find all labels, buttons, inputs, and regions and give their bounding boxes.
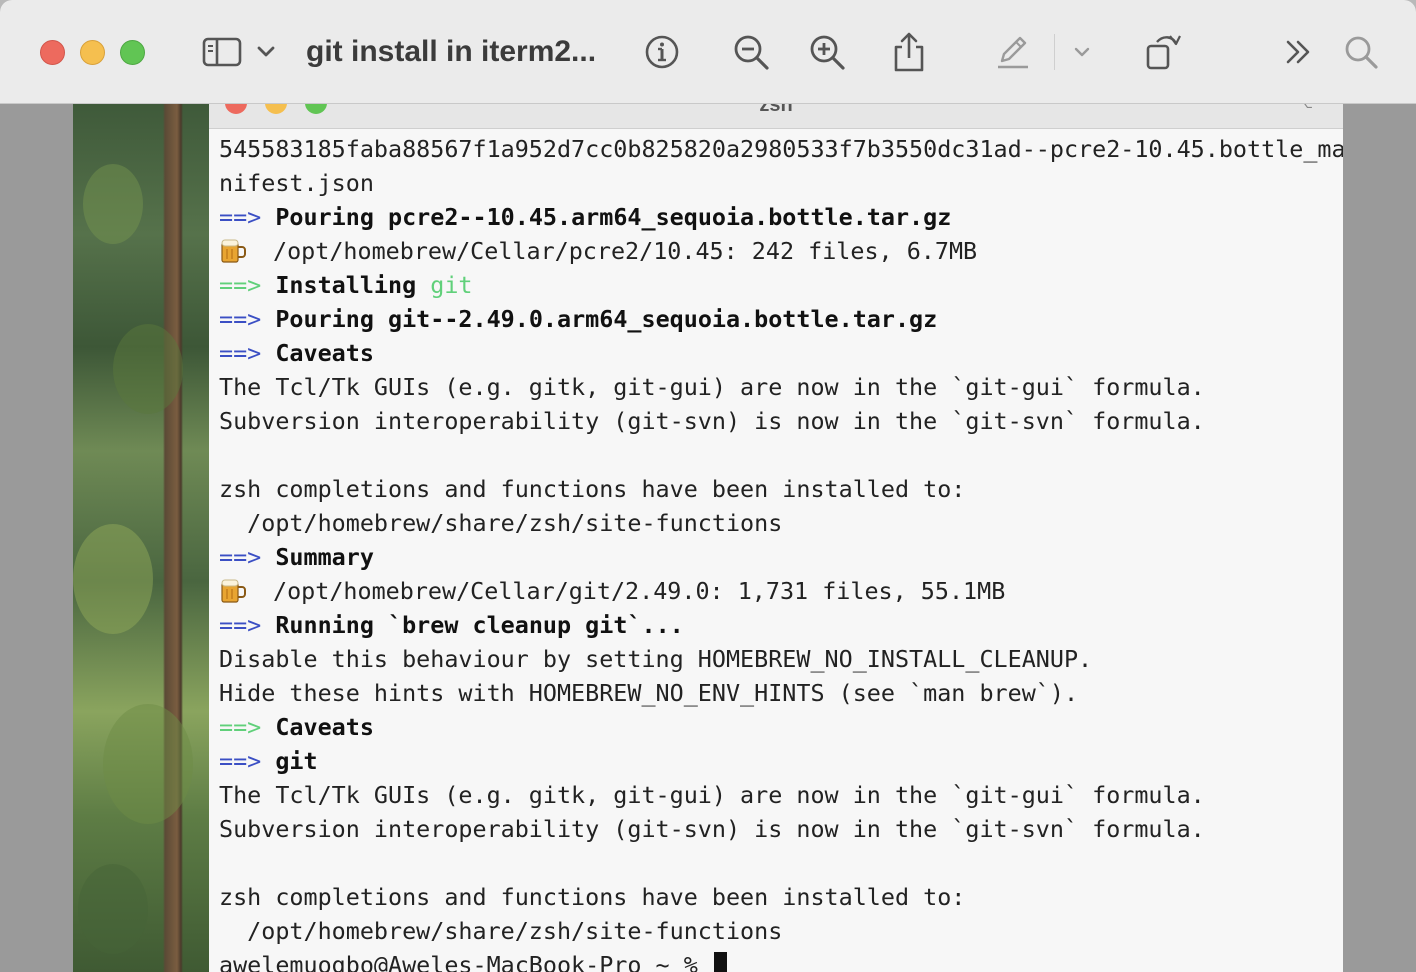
zoom-out-icon[interactable] <box>728 28 774 76</box>
desktop-wallpaper <box>73 104 209 972</box>
text-cursor[interactable] <box>713 952 727 972</box>
minimize-button[interactable] <box>80 40 105 65</box>
info-icon[interactable] <box>640 28 684 76</box>
preview-window: git install in iterm2... zsh ⌥ 545583185… <box>0 0 1416 972</box>
terminal-line: zsh completions and functions have been … <box>219 880 1339 914</box>
terminal-output[interactable]: 545583185faba88567f1a952d7cc0b825820a298… <box>219 132 1343 972</box>
arrow-marker: ==> <box>219 713 262 741</box>
line-heading: Installing <box>275 271 417 299</box>
line-text: The Tcl/Tk GUIs (e.g. gitk, git-gui) are… <box>219 781 1205 809</box>
terminal-line: Subversion interoperability (git-svn) is… <box>219 404 1339 438</box>
terminal-line: /opt/homebrew/share/zsh/site-functions <box>219 506 1339 540</box>
terminal-line: ==> git <box>219 744 1339 778</box>
terminal-line: zsh completions and functions have been … <box>219 472 1339 506</box>
terminal-line: Hide these hints with HOMEBREW_NO_ENV_HI… <box>219 676 1339 710</box>
terminal-titlebar: zsh ⌥ <box>209 104 1343 129</box>
arrow-marker: ==> <box>219 747 262 775</box>
terminal-line: ==> Pouring pcre2--10.45.arm64_sequoia.b… <box>219 200 1339 234</box>
document-title: git install in iterm2... <box>306 35 597 68</box>
markup-pen-icon[interactable] <box>992 28 1034 76</box>
formula-name: git <box>430 271 473 299</box>
share-icon[interactable] <box>888 28 930 76</box>
terminal-line: awelemuogbo@Aweles-MacBook-Pro ~ % <box>219 948 1339 972</box>
line-text: /opt/homebrew/share/zsh/site-functions <box>219 917 783 945</box>
terminal-window: zsh ⌥ 545583185faba88567f1a952d7cc0b8258… <box>209 104 1343 972</box>
screenshot-image: zsh ⌥ 545583185faba88567f1a952d7cc0b8258… <box>73 104 1343 972</box>
line-text: /opt/homebrew/Cellar/git/2.49.0: 1,731 f… <box>273 577 1006 605</box>
terminal-line: ==> Installing git <box>219 268 1339 302</box>
line-heading: git <box>275 747 318 775</box>
line-text: zsh completions and functions have been … <box>219 475 966 503</box>
terminal-line: /opt/homebrew/share/zsh/site-functions <box>219 914 1339 948</box>
terminal-line: Subversion interoperability (git-svn) is… <box>219 812 1339 846</box>
more-icon[interactable] <box>1280 28 1318 76</box>
line-text: Disable this behaviour by setting HOMEBR… <box>219 645 1093 673</box>
terminal-line: nifest.json <box>219 166 1339 200</box>
beer-mug-icon <box>219 237 247 263</box>
arrow-marker: ==> <box>219 271 262 299</box>
line-text: zsh completions and functions have been … <box>219 883 966 911</box>
markup-chevron-down-icon[interactable] <box>1070 28 1094 76</box>
line-text: Subversion interoperability (git-svn) is… <box>219 815 1205 843</box>
line-text: nifest.json <box>219 169 374 197</box>
toolbar-separator <box>1054 34 1055 70</box>
line-text: 545583185faba88567f1a952d7cc0b825820a298… <box>219 135 1343 163</box>
terminal-line: ==> Caveats <box>219 710 1339 744</box>
arrow-marker: ==> <box>219 339 262 367</box>
terminal-title: zsh <box>759 104 793 116</box>
arrow-marker: ==> <box>219 203 262 231</box>
chevron-down-icon[interactable] <box>254 28 278 76</box>
line-heading: Caveats <box>275 339 374 367</box>
arrow-marker: ==> <box>219 543 262 571</box>
beer-mug-icon <box>219 577 247 603</box>
line-text: Hide these hints with HOMEBREW_NO_ENV_HI… <box>219 679 1079 707</box>
terminal-corner-icon: ⌥ <box>1296 104 1313 112</box>
terminal-line: /opt/homebrew/Cellar/pcre2/10.45: 242 fi… <box>219 234 1339 268</box>
terminal-line: Disable this behaviour by setting HOMEBR… <box>219 642 1339 676</box>
terminal-line: The Tcl/Tk GUIs (e.g. gitk, git-gui) are… <box>219 778 1339 812</box>
arrow-marker: ==> <box>219 305 262 333</box>
arrow-marker: ==> <box>219 611 262 639</box>
terminal-line: ==> Running `brew cleanup git`... <box>219 608 1339 642</box>
close-button[interactable] <box>40 40 65 65</box>
terminal-line: ==> Summary <box>219 540 1339 574</box>
terminal-line: The Tcl/Tk GUIs (e.g. gitk, git-gui) are… <box>219 370 1339 404</box>
rotate-icon[interactable] <box>1142 28 1184 76</box>
toolbar: git install in iterm2... <box>0 0 1416 104</box>
line-heading: Caveats <box>275 713 374 741</box>
terminal-line: ==> Pouring git--2.49.0.arm64_sequoia.bo… <box>219 302 1339 336</box>
shell-prompt: awelemuogbo@Aweles-MacBook-Pro ~ % <box>219 951 712 972</box>
line-heading: Running `brew cleanup git`... <box>275 611 684 639</box>
sidebar-icon[interactable] <box>200 28 244 76</box>
terminal-line: /opt/homebrew/Cellar/git/2.49.0: 1,731 f… <box>219 574 1339 608</box>
line-text: The Tcl/Tk GUIs (e.g. gitk, git-gui) are… <box>219 373 1205 401</box>
line-text: Subversion interoperability (git-svn) is… <box>219 407 1205 435</box>
line-heading: Pouring git--2.49.0.arm64_sequoia.bottle… <box>275 305 938 333</box>
line-text: /opt/homebrew/share/zsh/site-functions <box>219 509 783 537</box>
zoom-button[interactable] <box>120 40 145 65</box>
search-icon[interactable] <box>1340 28 1382 76</box>
terminal-line: 545583185faba88567f1a952d7cc0b825820a298… <box>219 132 1343 166</box>
line-heading: Pouring pcre2--10.45.arm64_sequoia.bottl… <box>275 203 952 231</box>
terminal-line: ==> Caveats <box>219 336 1339 370</box>
line-text: /opt/homebrew/Cellar/pcre2/10.45: 242 fi… <box>273 237 978 265</box>
line-heading: Summary <box>275 543 374 571</box>
zoom-in-icon[interactable] <box>804 28 850 76</box>
